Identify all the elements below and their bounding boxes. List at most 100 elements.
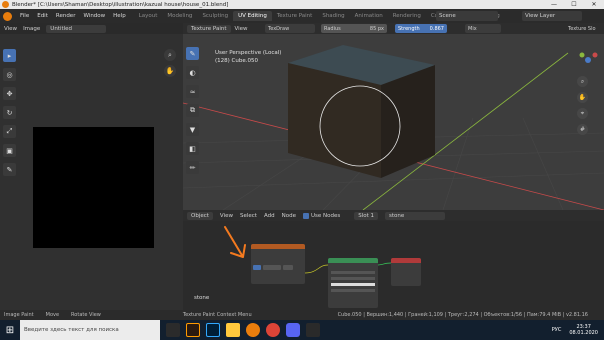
camera-icon[interactable]: ⌖ [577,108,588,119]
transform-icon[interactable]: ▣ [3,144,16,157]
tab-rendering[interactable]: Rendering [388,11,426,21]
windows-taskbar: ⊞ Введите здесь текст для поиска РУС 23:… [0,320,604,340]
node-node-menu[interactable]: Node [282,213,296,219]
menu-render[interactable]: Render [52,13,80,19]
image-editor-view-menu[interactable]: View [4,26,17,32]
photoshop-icon[interactable] [206,323,220,337]
viewport-view-menu[interactable]: View [235,26,248,32]
object-type-selector[interactable]: Object [187,211,213,220]
draw-brush-icon[interactable]: ✎ [186,47,199,60]
radius-field[interactable]: Radius 85 px [321,24,387,33]
fill-icon[interactable]: ▼ [186,123,199,136]
select-cursor-icon[interactable]: ▸ [3,49,16,62]
view-perspective-text: User Perspective (Local) [215,50,282,56]
tab-animation[interactable]: Animation [350,11,388,21]
windows-start-icon[interactable]: ⊞ [0,320,20,340]
rotate-icon[interactable]: ↻ [3,106,16,119]
open-image-button[interactable] [283,265,293,270]
scene-selector[interactable]: Scene [436,11,498,21]
pan-hand-icon[interactable]: ✋ [164,65,176,77]
top-menubar: File Edit Render Window Help Layout Mode… [0,9,604,23]
taskbar-search-input[interactable]: Введите здесь текст для поиска [20,320,160,340]
soften-icon[interactable]: ◐ [186,66,199,79]
view-layer-selector[interactable]: View Layer [522,11,582,21]
active-object-text: (128) Cube.050 [215,58,258,64]
language-indicator[interactable]: РУС [552,327,562,333]
mode-selector[interactable]: Texture Paint [187,24,231,33]
taskbar-apps [166,323,326,337]
blender-taskbar-icon[interactable] [246,323,260,337]
blender-menu-icon[interactable] [3,11,12,21]
tab-sculpting[interactable]: Sculpting [197,11,233,21]
annotate-icon-viewport[interactable]: ✏ [186,161,199,174]
radius-label: Radius [324,25,341,32]
node-select-menu[interactable]: Select [240,213,257,219]
status-rotate-view: Rotate View [71,312,101,318]
grid-icon[interactable]: # [577,124,588,135]
menu-help[interactable]: Help [109,13,130,19]
menu-window[interactable]: Window [79,13,109,19]
clone-icon[interactable]: ⧉ [186,104,199,117]
illustrator-icon[interactable] [186,323,200,337]
strength-label: Strength [398,25,420,32]
mask-icon[interactable]: ◧ [186,142,199,155]
strength-field[interactable]: Strength 0.867 [395,24,447,33]
use-nodes-label: Use Nodes [310,212,341,219]
axis-gizmo-icon[interactable] [577,49,599,71]
image-name-field[interactable]: Untitled [46,24,107,33]
zoom-icon-viewport[interactable]: ⌕ [577,76,588,87]
chat-app-icon[interactable] [286,323,300,337]
3d-viewport[interactable]: Texture Paint View TexDraw Radius 85 px … [183,23,604,210]
task-view-icon[interactable] [166,323,180,337]
viewport-info: User Perspective (Local) (128) Cube.050 [215,49,281,65]
view-layer-name: View Layer [525,13,556,19]
smear-icon[interactable]: ≈ [186,85,199,98]
menu-edit[interactable]: Edit [33,13,52,19]
slot-selector[interactable]: Slot 1 [354,211,379,220]
status-context-menu: Texture Paint Context Menu [182,312,252,318]
menu-file[interactable]: File [16,13,33,19]
material-output-node[interactable] [391,258,421,286]
cursor-icon[interactable]: ◎ [3,68,16,81]
pan-hand-icon-viewport[interactable]: ✋ [577,92,588,103]
clock[interactable]: 23:37 08.01.2020 [569,324,598,336]
texture-slots-label[interactable]: Texture Slo [568,26,596,32]
image-editor: View Image Untitled ▸ ◎ ✥ ↻ ⤢ ▣ ✎ ⌕ ✋ [0,23,183,310]
system-tray: РУС 23:37 08.01.2020 [552,320,598,340]
new-image-icon[interactable] [253,265,261,270]
tab-modeling[interactable]: Modeling [162,11,197,21]
use-nodes-checkbox[interactable]: Use Nodes [302,212,347,219]
brush-selector[interactable]: TexDraw [265,24,315,33]
scale-icon[interactable]: ⤢ [3,125,16,138]
app-icon-generic[interactable] [306,323,320,337]
close-button[interactable]: ✕ [584,0,604,9]
blend-mode: Mix [468,25,477,32]
zoom-icon[interactable]: ⌕ [164,49,176,61]
file-explorer-icon[interactable] [226,323,240,337]
scene-name: Scene [439,13,456,19]
annotate-icon[interactable]: ✎ [3,163,16,176]
tab-texture-paint[interactable]: Texture Paint [272,11,318,21]
move-icon[interactable]: ✥ [3,87,16,100]
annotation-arrow [224,226,246,258]
node-view-menu[interactable]: View [220,213,233,219]
window-title: Blender* [C:\Users\Shaman\Desktop\illust… [12,1,229,8]
image-editor-header: View Image Untitled [0,23,183,34]
material-selector[interactable]: stone [385,211,446,220]
image-editor-image-menu[interactable]: Image [23,26,40,32]
blend-mode-selector[interactable]: Mix [465,24,501,33]
window-titlebar: Blender* [C:\Users\Shaman\Desktop\illust… [0,0,604,9]
shader-node-editor[interactable]: Object View Select Add Node Use Nodes Sl… [183,210,604,310]
tab-shading[interactable]: Shading [317,11,349,21]
node-add-menu[interactable]: Add [264,213,275,219]
maximize-button[interactable]: ☐ [564,0,584,9]
principled-bsdf-node[interactable] [328,258,378,308]
chrome-icon[interactable] [266,323,280,337]
image-name-selector[interactable] [263,265,281,270]
tab-uv-editing[interactable]: UV Editing [233,11,272,21]
image-texture-node[interactable] [251,244,305,284]
image-canvas[interactable] [33,127,154,248]
minimize-button[interactable]: — [544,0,564,9]
tab-layout[interactable]: Layout [134,11,163,21]
strength-value: 0.867 [429,25,444,32]
